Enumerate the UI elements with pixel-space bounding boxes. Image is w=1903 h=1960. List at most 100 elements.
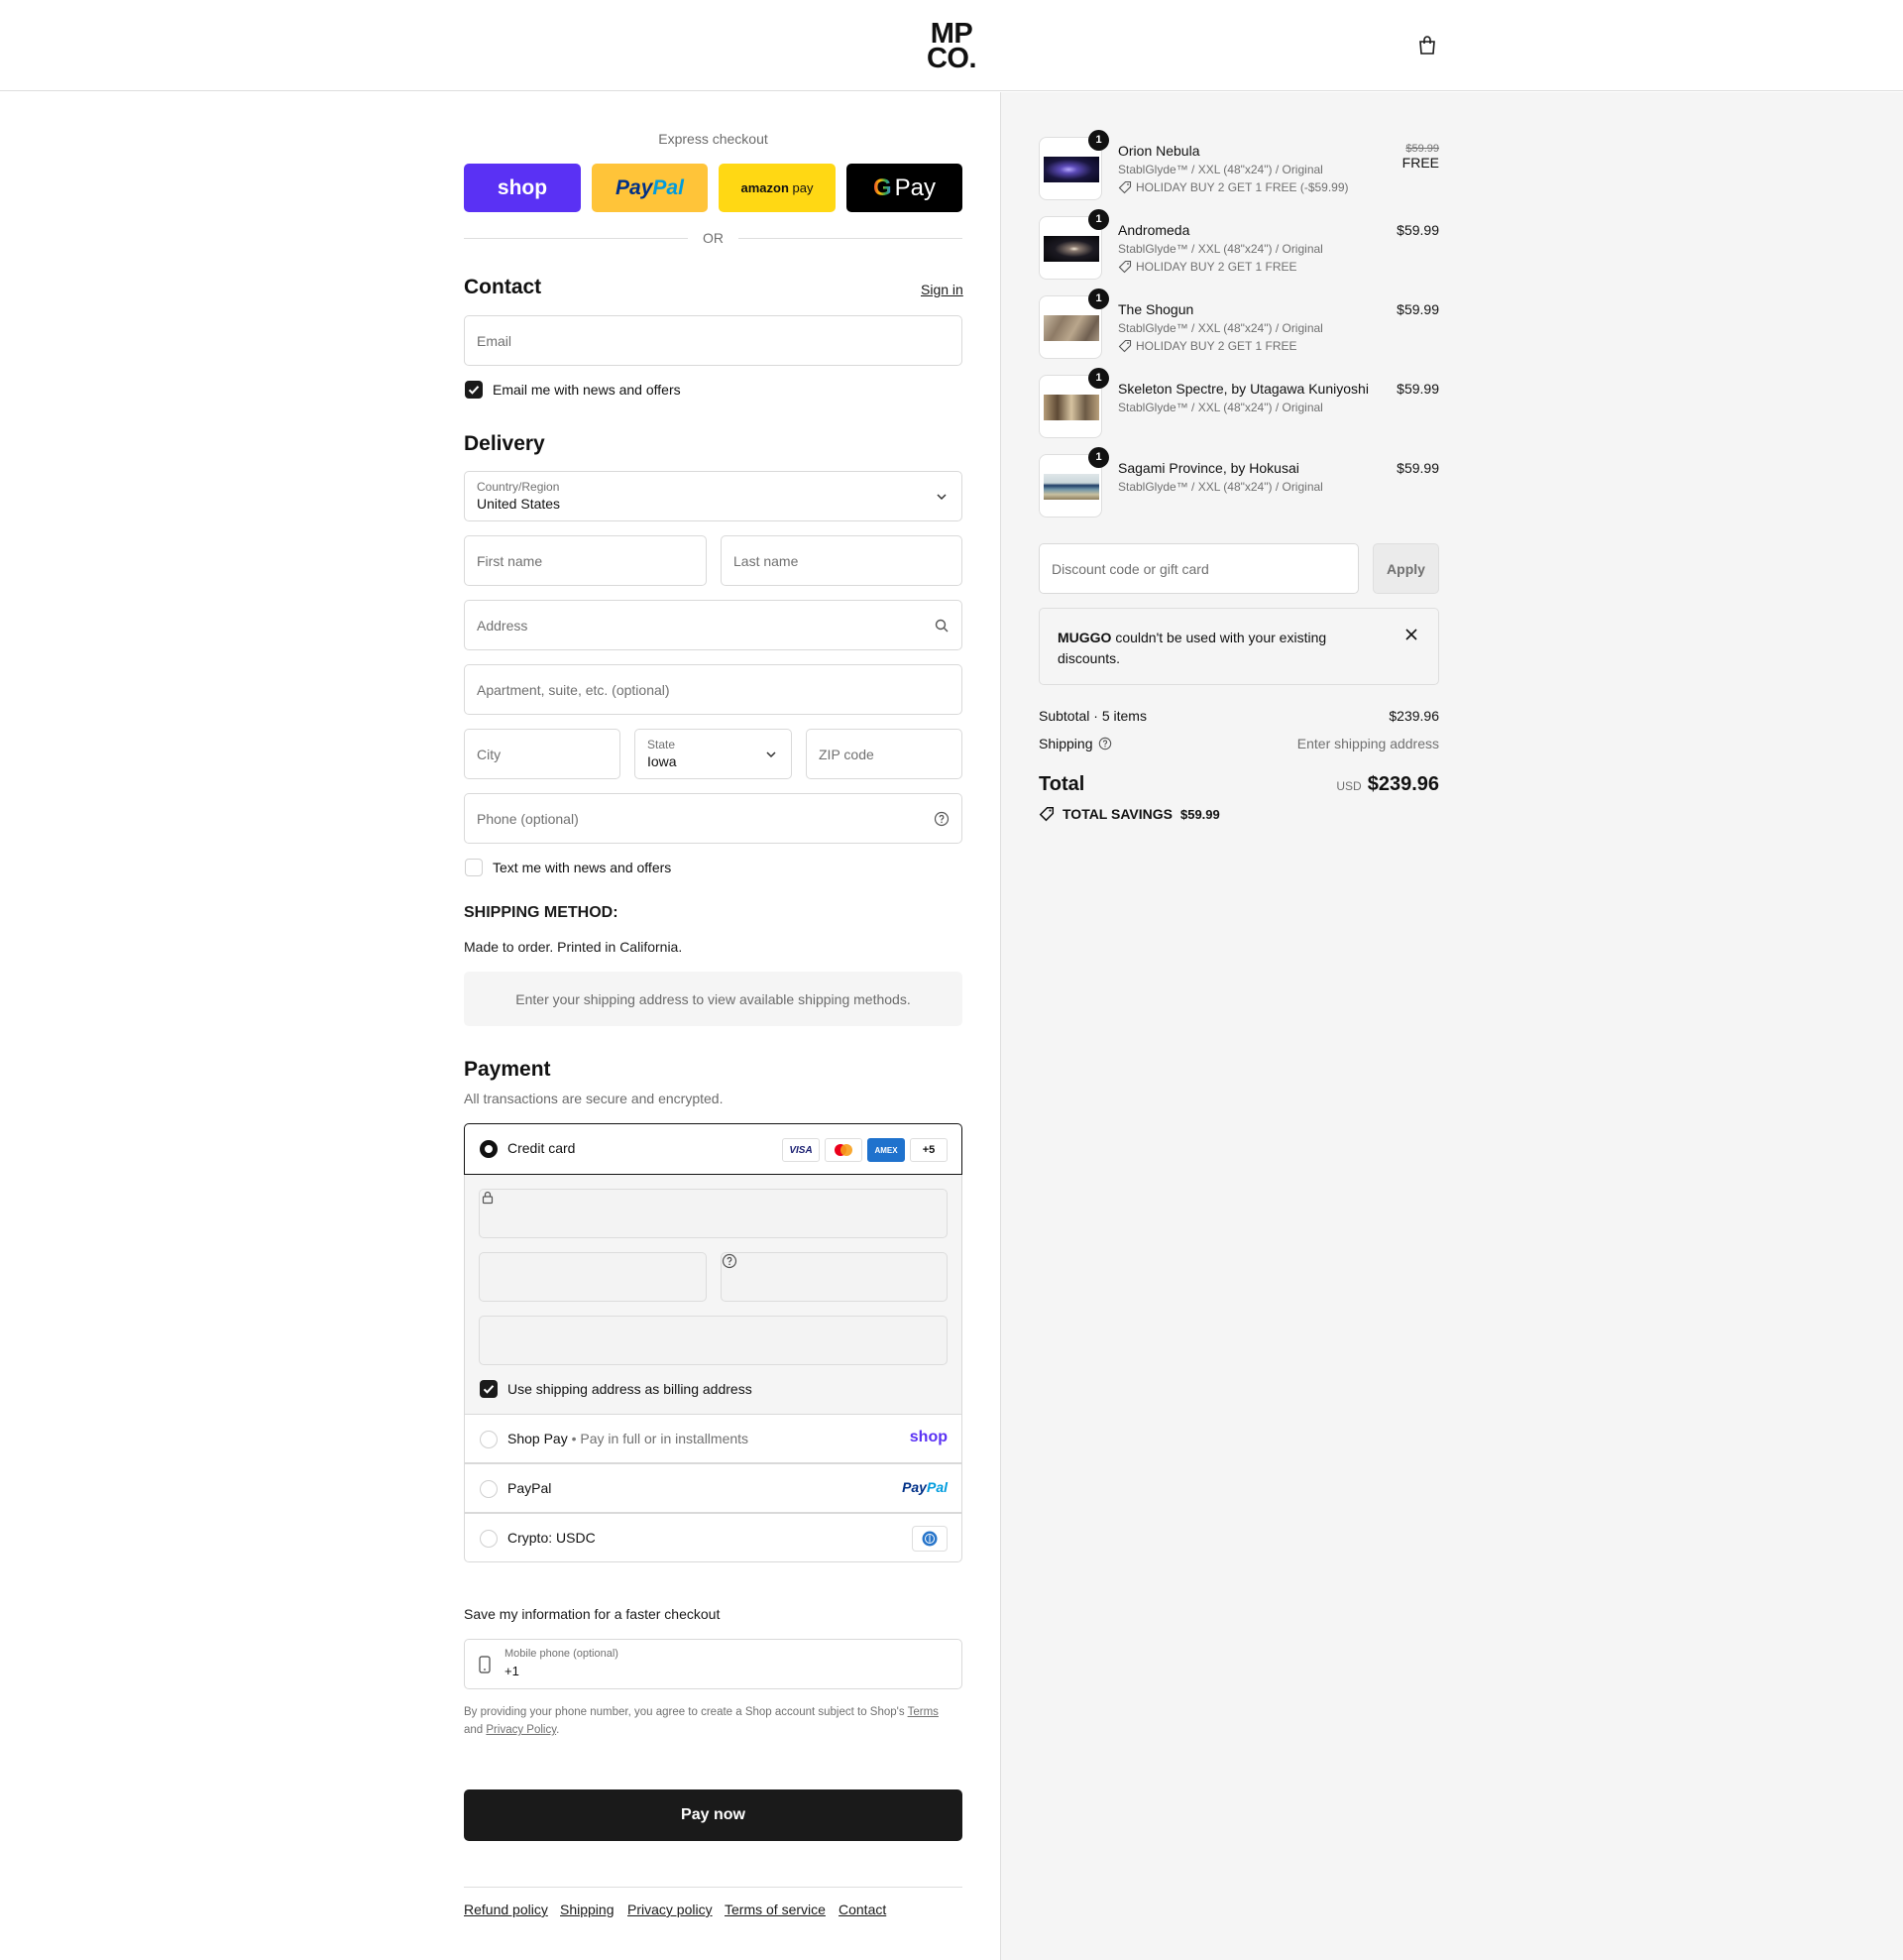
quantity-badge: 1: [1088, 288, 1109, 309]
apartment-placeholder: Apartment, suite, etc. (optional): [477, 681, 670, 698]
store-logo[interactable]: MP CO.: [922, 20, 981, 73]
item-name: Orion Nebula: [1118, 143, 1200, 159]
card-number-field[interactable]: [479, 1189, 948, 1238]
last-name-field[interactable]: Last name: [721, 535, 962, 586]
paypal-radio[interactable]: [480, 1480, 498, 1498]
text-news-label: Text me with news and offers: [493, 860, 672, 875]
state-select[interactable]: State Iowa: [634, 729, 792, 779]
save-info-title: Save my information for a faster checkou…: [464, 1606, 721, 1622]
security-code-field[interactable]: [721, 1252, 948, 1302]
close-icon[interactable]: [1404, 628, 1418, 644]
paypal-express-button[interactable]: PayPal: [592, 164, 708, 212]
phone-field[interactable]: Phone (optional): [464, 793, 962, 844]
subtotal-row: Subtotal · 5 items $239.96: [1039, 708, 1439, 724]
item-name: The Shogun: [1118, 301, 1194, 317]
expiration-date-field[interactable]: [479, 1252, 707, 1302]
subtotal-label: Subtotal · 5 items: [1039, 708, 1147, 724]
subtotal-value: $239.96: [1389, 708, 1439, 724]
cart-item: 1 Skeleton Spectre, by Utagawa Kuniyoshi…: [1039, 368, 1439, 444]
pay-now-button[interactable]: Pay now: [464, 1789, 962, 1841]
credit-card-option[interactable]: Credit card VISA AMEX +5: [464, 1123, 962, 1175]
privacy-policy-link[interactable]: Privacy Policy: [486, 1724, 556, 1736]
apply-discount-button[interactable]: Apply: [1373, 543, 1439, 594]
amazon-pay-express-button[interactable]: amazon pay: [719, 164, 836, 212]
country-value: United States: [477, 496, 561, 512]
divider-right: [738, 238, 962, 239]
delivery-title: Delivery: [464, 432, 545, 455]
footer-divider: [464, 1887, 962, 1888]
currency-code: USD: [1336, 779, 1362, 793]
help-circle-icon[interactable]: [722, 1253, 737, 1272]
express-checkout-label: Express checkout: [658, 131, 768, 147]
crypto-radio[interactable]: [480, 1530, 498, 1548]
terms-of-service-link[interactable]: Terms of service: [725, 1902, 826, 1917]
mobile-phone-field[interactable]: Mobile phone (optional) +1: [464, 1639, 962, 1689]
item-variant: StablGlyde™ / XXL (48"x24") / Original: [1118, 480, 1323, 494]
billing-same-label: Use shipping address as billing address: [507, 1381, 752, 1397]
tag-icon: [1118, 180, 1132, 194]
cart-item: 1 Andromeda StablGlyde™ / XXL (48"x24") …: [1039, 209, 1439, 286]
zip-field[interactable]: ZIP code: [806, 729, 962, 779]
shipping-policy-link[interactable]: Shipping: [560, 1902, 615, 1917]
amex-label: AMEX: [874, 1145, 898, 1155]
name-on-card-field[interactable]: [479, 1316, 948, 1365]
shop-pay-express-button[interactable]: shop: [464, 164, 581, 212]
address-field[interactable]: Address: [464, 600, 962, 650]
google-pay-express-button[interactable]: G Pay: [846, 164, 962, 212]
header: MP CO.: [0, 0, 1903, 91]
help-circle-icon[interactable]: [1098, 737, 1112, 753]
item-discount-label: HOLIDAY BUY 2 GET 1 FREE: [1136, 260, 1297, 274]
credit-card-radio[interactable]: [480, 1140, 498, 1158]
privacy-policy-footer-link[interactable]: Privacy policy: [627, 1902, 713, 1917]
discount-code-field[interactable]: Discount code or gift card: [1039, 543, 1359, 594]
paypal-logo-part-1: Pay: [616, 175, 653, 199]
apartment-field[interactable]: Apartment, suite, etc. (optional): [464, 664, 962, 715]
city-placeholder: City: [477, 746, 502, 762]
email-news-checkbox[interactable]: [465, 381, 483, 399]
shop-pay-label: Shop Pay • Pay in full or in installment…: [507, 1431, 748, 1446]
legal-text-3: .: [556, 1724, 560, 1736]
legal-text-2: and: [464, 1724, 487, 1736]
visa-icon: VISA: [782, 1138, 820, 1162]
legal-text-1: By providing your phone number, you agre…: [464, 1706, 908, 1718]
check-icon: [483, 1385, 495, 1394]
discount-alert: MUGGO couldn't be used with your existin…: [1039, 608, 1439, 685]
shop-pay-separator: •: [571, 1431, 577, 1446]
email-field[interactable]: Email: [464, 315, 962, 366]
shop-pay-logo: shop: [497, 175, 548, 199]
shipping-methods-placeholder: Enter your shipping address to view avai…: [464, 972, 962, 1026]
item-name: Skeleton Spectre, by Utagawa Kuniyoshi: [1118, 381, 1369, 397]
refund-policy-link[interactable]: Refund policy: [464, 1902, 548, 1917]
quantity-badge: 1: [1088, 209, 1109, 230]
crypto-usdc-option[interactable]: Crypto: USDC: [464, 1513, 962, 1562]
billing-same-checkbox[interactable]: [480, 1380, 498, 1398]
paypal-option[interactable]: PayPal PayPal: [464, 1463, 962, 1513]
contact-link[interactable]: Contact: [839, 1902, 886, 1917]
last-name-placeholder: Last name: [733, 552, 799, 569]
item-price: $59.99 FREE: [1402, 143, 1439, 171]
search-icon: [934, 618, 950, 634]
shop-pay-logo: shop: [909, 1429, 948, 1445]
shopping-bag-icon[interactable]: [1415, 34, 1439, 58]
total-value: $239.96: [1367, 773, 1439, 795]
shop-pay-radio[interactable]: [480, 1431, 498, 1448]
item-discount: HOLIDAY BUY 2 GET 1 FREE: [1118, 339, 1297, 353]
sign-in-link[interactable]: Sign in: [921, 282, 963, 297]
item-discount: HOLIDAY BUY 2 GET 1 FREE (-$59.99): [1118, 180, 1349, 194]
text-news-checkbox[interactable]: [465, 859, 483, 876]
item-price: $59.99: [1397, 301, 1439, 317]
first-name-field[interactable]: First name: [464, 535, 707, 586]
country-select[interactable]: Country/Region United States: [464, 471, 962, 521]
mobile-phone-value: +1: [504, 1664, 519, 1678]
cart-item: 1 The Shogun StablGlyde™ / XXL (48"x24")…: [1039, 288, 1439, 365]
item-final-price: FREE: [1401, 155, 1439, 171]
city-field[interactable]: City: [464, 729, 620, 779]
shop-pay-option[interactable]: Shop Pay • Pay in full or in installment…: [464, 1414, 962, 1463]
help-circle-icon[interactable]: [934, 811, 950, 827]
terms-link[interactable]: Terms: [908, 1706, 939, 1718]
total-row: Total USD $239.96: [1039, 773, 1439, 801]
item-price: $59.99: [1397, 460, 1439, 476]
item-original-price: $59.99: [1405, 143, 1439, 155]
tag-icon: [1039, 806, 1055, 822]
tag-icon: [1118, 339, 1132, 353]
